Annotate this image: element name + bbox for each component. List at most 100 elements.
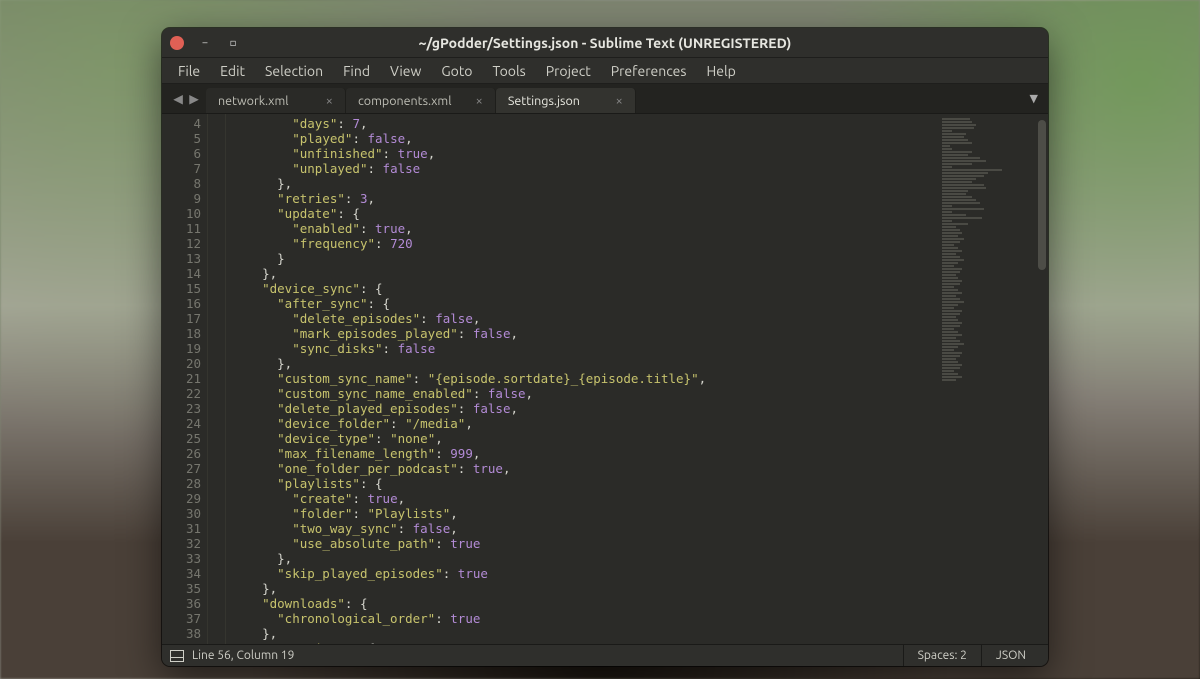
line-number[interactable]: 17	[162, 311, 201, 326]
tab-history-back-icon[interactable]: ◀	[172, 91, 184, 106]
code-line[interactable]: },	[232, 176, 936, 191]
code-line[interactable]: "two_way_sync": false,	[232, 521, 936, 536]
indentation-setting[interactable]: Spaces: 2	[903, 645, 981, 666]
code-line[interactable]: "skip_played_episodes": true	[232, 566, 936, 581]
line-number[interactable]: 7	[162, 161, 201, 176]
code-line[interactable]: }	[232, 251, 936, 266]
tab-overflow-button[interactable]: ▼	[1020, 84, 1048, 113]
line-number[interactable]: 14	[162, 266, 201, 281]
vertical-scrollbar[interactable]	[1036, 114, 1048, 644]
code-line[interactable]: "custom_sync_name_enabled": false,	[232, 386, 936, 401]
tab-components-xml[interactable]: components.xml×	[346, 88, 496, 113]
menu-selection[interactable]: Selection	[255, 60, 333, 82]
line-number[interactable]: 19	[162, 341, 201, 356]
line-number[interactable]: 30	[162, 506, 201, 521]
window-minimize-button[interactable]: –	[198, 36, 212, 50]
code-line[interactable]: "frequency": 720	[232, 236, 936, 251]
code-line[interactable]: "sync_disks": false	[232, 341, 936, 356]
code-line[interactable]: },	[232, 266, 936, 281]
fold-gutter[interactable]	[208, 114, 226, 644]
code-line[interactable]: "unfinished": true,	[232, 146, 936, 161]
line-number[interactable]: 16	[162, 296, 201, 311]
code-line[interactable]: "after_sync": {	[232, 296, 936, 311]
line-number[interactable]: 36	[162, 596, 201, 611]
line-number[interactable]: 32	[162, 536, 201, 551]
code-line[interactable]: "create": true,	[232, 491, 936, 506]
code-line[interactable]: "days": 7,	[232, 116, 936, 131]
menu-file[interactable]: File	[168, 60, 210, 82]
line-number[interactable]: 13	[162, 251, 201, 266]
window-maximize-button[interactable]: ▫	[226, 36, 240, 50]
menu-help[interactable]: Help	[696, 60, 745, 82]
line-number[interactable]: 25	[162, 431, 201, 446]
code-line[interactable]: "one_folder_per_podcast": true,	[232, 461, 936, 476]
line-number[interactable]: 37	[162, 611, 201, 626]
menu-edit[interactable]: Edit	[210, 60, 255, 82]
code-line[interactable]: },	[232, 551, 936, 566]
cursor-position[interactable]: Line 56, Column 19	[192, 649, 294, 662]
line-number[interactable]: 4	[162, 116, 201, 131]
line-number-gutter[interactable]: 4567891011121314151617181920212223242526…	[162, 114, 208, 644]
code-line[interactable]: "device_folder": "/media",	[232, 416, 936, 431]
line-number[interactable]: 33	[162, 551, 201, 566]
menu-project[interactable]: Project	[536, 60, 601, 82]
titlebar[interactable]: – ▫ ~/gPodder/Settings.json - Sublime Te…	[162, 28, 1048, 58]
line-number[interactable]: 35	[162, 581, 201, 596]
tab-settings-json[interactable]: Settings.json×	[496, 88, 636, 113]
code-line[interactable]: "device_sync": {	[232, 281, 936, 296]
line-number[interactable]: 24	[162, 416, 201, 431]
line-number[interactable]: 20	[162, 356, 201, 371]
code-line[interactable]: "playlists": {	[232, 476, 936, 491]
line-number[interactable]: 6	[162, 146, 201, 161]
syntax-setting[interactable]: JSON	[981, 645, 1040, 666]
code-line[interactable]: "max_filename_length": 999,	[232, 446, 936, 461]
tab-network-xml[interactable]: network.xml×	[206, 88, 346, 113]
line-number[interactable]: 38	[162, 626, 201, 641]
panel-switcher-icon[interactable]	[170, 650, 184, 662]
code-line[interactable]: "delete_played_episodes": false,	[232, 401, 936, 416]
code-line[interactable]: "extensions": {	[232, 641, 936, 644]
line-number[interactable]: 15	[162, 281, 201, 296]
code-line[interactable]: "delete_episodes": false,	[232, 311, 936, 326]
line-number[interactable]: 9	[162, 191, 201, 206]
line-number[interactable]: 21	[162, 371, 201, 386]
line-number[interactable]: 18	[162, 326, 201, 341]
code-line[interactable]: "update": {	[232, 206, 936, 221]
line-number[interactable]: 22	[162, 386, 201, 401]
menu-tools[interactable]: Tools	[483, 60, 536, 82]
code-line[interactable]: "played": false,	[232, 131, 936, 146]
window-close-button[interactable]	[170, 36, 184, 50]
code-line[interactable]: "device_type": "none",	[232, 431, 936, 446]
tab-history-forward-icon[interactable]: ▶	[188, 91, 200, 106]
code-line[interactable]: "downloads": {	[232, 596, 936, 611]
code-line[interactable]: "enabled": true,	[232, 221, 936, 236]
tab-close-icon[interactable]: ×	[616, 94, 623, 108]
line-number[interactable]: 28	[162, 476, 201, 491]
line-number[interactable]: 10	[162, 206, 201, 221]
code-line[interactable]: "mark_episodes_played": false,	[232, 326, 936, 341]
code-line[interactable]: "retries": 3,	[232, 191, 936, 206]
line-number[interactable]: 27	[162, 461, 201, 476]
menu-find[interactable]: Find	[333, 60, 380, 82]
scrollbar-thumb[interactable]	[1038, 120, 1046, 270]
menu-view[interactable]: View	[380, 60, 431, 82]
code-line[interactable]: "custom_sync_name": "{episode.sortdate}_…	[232, 371, 936, 386]
line-number[interactable]: 23	[162, 401, 201, 416]
line-number[interactable]: 5	[162, 131, 201, 146]
line-number[interactable]: 11	[162, 221, 201, 236]
code-line[interactable]: "use_absolute_path": true	[232, 536, 936, 551]
line-number[interactable]: 26	[162, 446, 201, 461]
line-number[interactable]: 39	[162, 641, 201, 644]
code-line[interactable]: },	[232, 581, 936, 596]
menu-goto[interactable]: Goto	[431, 60, 482, 82]
code-line[interactable]: "unplayed": false	[232, 161, 936, 176]
minimap[interactable]	[936, 114, 1036, 644]
line-number[interactable]: 34	[162, 566, 201, 581]
line-number[interactable]: 8	[162, 176, 201, 191]
tab-close-icon[interactable]: ×	[326, 94, 333, 108]
tab-close-icon[interactable]: ×	[476, 94, 483, 108]
code-line[interactable]: "folder": "Playlists",	[232, 506, 936, 521]
code-line[interactable]: "chronological_order": true	[232, 611, 936, 626]
menu-preferences[interactable]: Preferences	[601, 60, 697, 82]
line-number[interactable]: 31	[162, 521, 201, 536]
